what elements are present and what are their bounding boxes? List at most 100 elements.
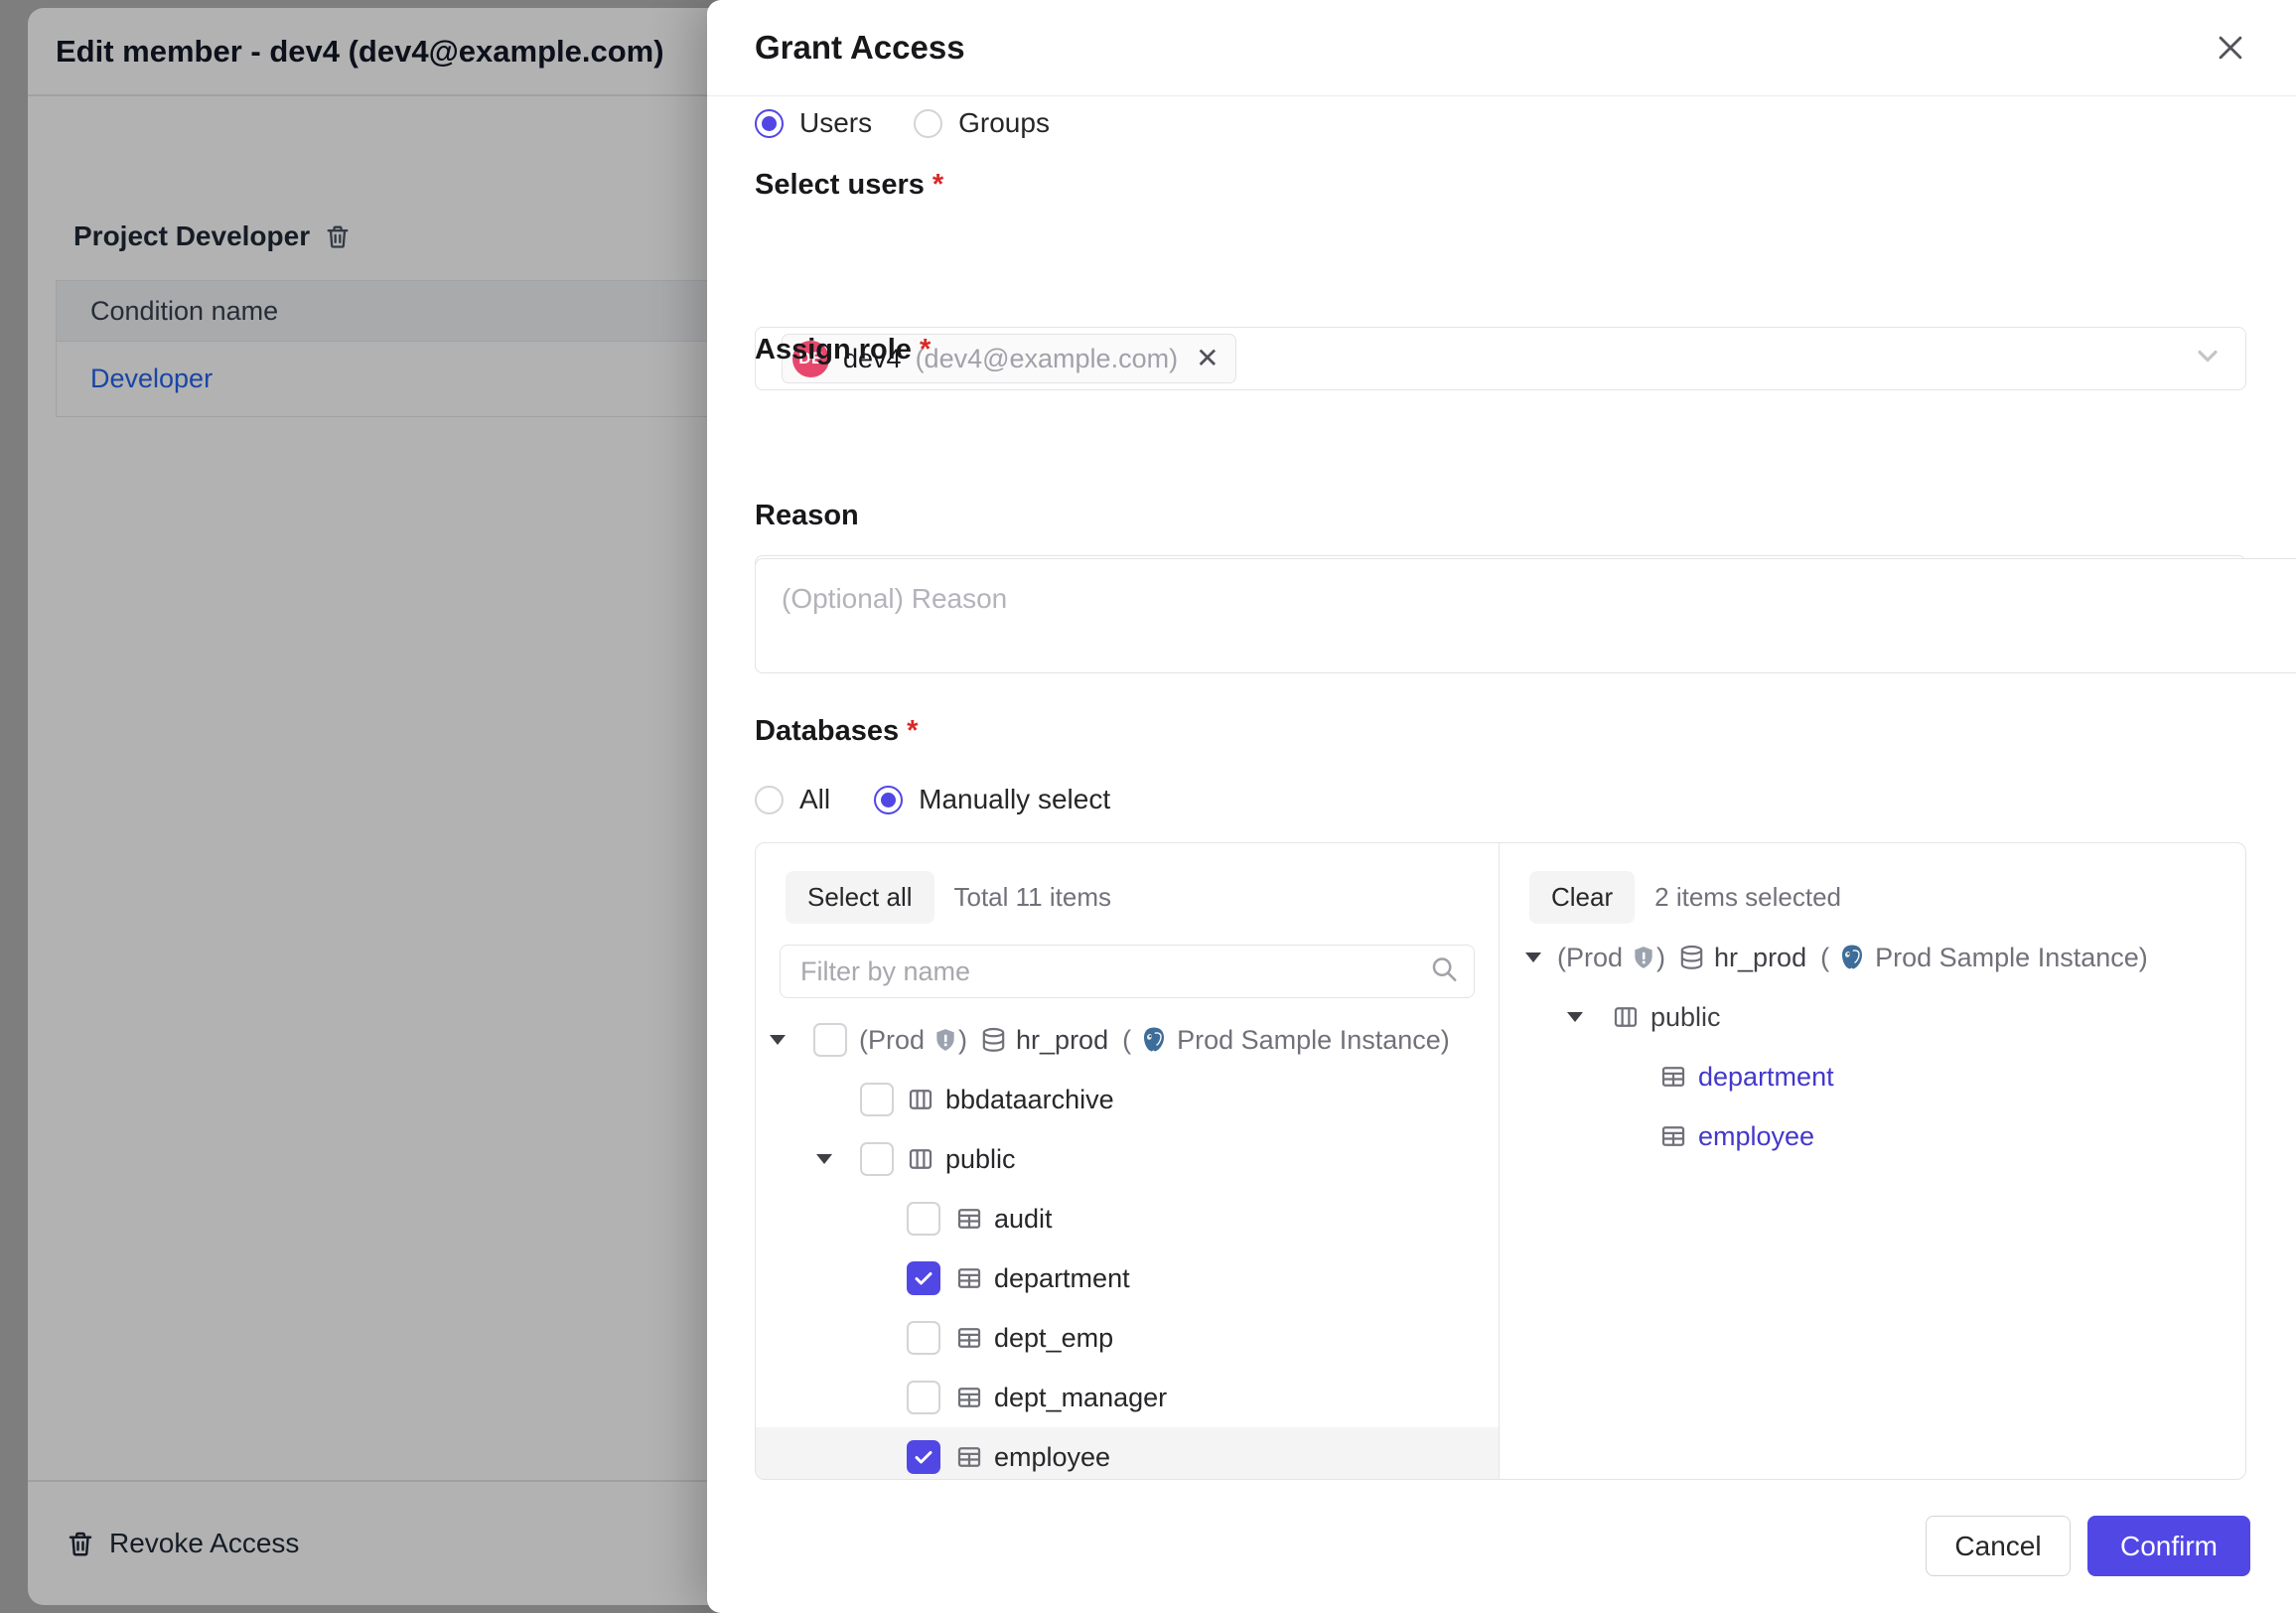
schema-name: public — [945, 1144, 1016, 1175]
env-badge: (Prod — [859, 1025, 925, 1056]
table-name: dept_emp — [994, 1323, 1113, 1354]
modal-header: Grant Access — [707, 0, 2296, 96]
grant-access-modal: Grant Access Users Groups Select users* … — [707, 0, 2296, 1613]
caret-down-icon[interactable] — [1523, 953, 1543, 962]
selected-count-label: 2 items selected — [1654, 882, 1841, 913]
radio-manually-select[interactable]: Manually select — [874, 784, 1110, 815]
table-name: department — [994, 1263, 1130, 1294]
reason-textarea[interactable] — [755, 558, 2296, 673]
required-asterisk: * — [907, 715, 918, 747]
checkbox-department[interactable] — [907, 1261, 940, 1295]
shield-icon — [1631, 944, 1656, 971]
radio-users[interactable]: Users — [755, 107, 872, 139]
checkbox-hr-prod[interactable] — [813, 1023, 847, 1057]
filter-by-name-input[interactable] — [780, 945, 1475, 998]
env-badge: (Prod — [1557, 943, 1623, 973]
checkbox-dept-emp[interactable] — [907, 1321, 940, 1355]
tree-row-schema[interactable]: bbdataarchive — [756, 1070, 1499, 1129]
tree-row-schema[interactable]: public — [1500, 987, 2245, 1047]
checkbox-employee[interactable] — [907, 1440, 940, 1474]
tree-row-table[interactable]: department — [1500, 1047, 2245, 1106]
tree-row-database[interactable]: (Prod ) hr_prod ( Prod Sample Instance) — [1500, 928, 2245, 987]
checkbox-public[interactable] — [860, 1142, 894, 1176]
database-transfer: Select all Total 11 items (Prod — [755, 842, 2246, 1480]
radio-all-circle[interactable] — [755, 786, 784, 814]
table-icon — [954, 1263, 984, 1293]
scope-radio-group: Users Groups — [755, 107, 2246, 139]
instance-name: Prod Sample Instance) — [1177, 1025, 1450, 1056]
close-icon[interactable] — [2209, 26, 2252, 70]
tree-row-table[interactable]: employee — [1500, 1106, 2245, 1166]
clear-button[interactable]: Clear — [1529, 871, 1635, 924]
database-selected-panel: Clear 2 items selected (Prod ) hr_prod — [1500, 843, 2245, 1479]
required-asterisk: * — [920, 334, 931, 366]
table-icon — [954, 1323, 984, 1353]
databases-mode-radio-group: All Manually select — [755, 784, 2246, 815]
table-icon — [954, 1442, 984, 1472]
tree-row-table[interactable]: employee — [756, 1427, 1499, 1479]
tree-row-table[interactable]: dept_manager — [756, 1368, 1499, 1427]
database-icon — [979, 1026, 1008, 1055]
schema-icon — [1611, 1002, 1641, 1032]
databases-label: Databases* — [755, 715, 2246, 748]
table-name: employee — [994, 1442, 1110, 1473]
database-name: hr_prod — [1714, 943, 1806, 973]
radio-all-databases[interactable]: All — [755, 784, 830, 815]
select-all-button[interactable]: Select all — [786, 871, 934, 924]
total-items-label: Total 11 items — [954, 882, 1111, 913]
selected-tree: (Prod ) hr_prod ( Prod Sample Instance) — [1500, 928, 2245, 1166]
schema-name: bbdataarchive — [945, 1085, 1114, 1115]
radio-users-label: Users — [799, 107, 872, 139]
tree-row-database[interactable]: (Prod ) hr_prod ( Prod Sample Instance) — [756, 1010, 1499, 1070]
shield-icon — [933, 1026, 958, 1054]
caret-down-icon[interactable] — [1565, 1012, 1585, 1022]
env-badge-close: ) — [1656, 943, 1665, 973]
tree-row-schema[interactable]: public — [756, 1129, 1499, 1189]
tree-row-table[interactable]: department — [756, 1248, 1499, 1308]
tree-row-table[interactable]: audit — [756, 1189, 1499, 1248]
required-asterisk: * — [933, 169, 943, 201]
table-icon — [954, 1383, 984, 1412]
radio-users-circle[interactable] — [755, 109, 784, 138]
instance-name: Prod Sample Instance) — [1875, 943, 2148, 973]
selected-panel-header: Clear 2 items selected — [1500, 843, 2245, 924]
table-name: dept_manager — [994, 1383, 1167, 1413]
filter-wrap — [780, 945, 1475, 998]
database-source-panel: Select all Total 11 items (Prod — [756, 843, 1500, 1479]
assign-role-label: Assign role* — [755, 334, 2246, 367]
modal-footer: Cancel Confirm — [1926, 1516, 2250, 1576]
cancel-button[interactable]: Cancel — [1926, 1516, 2071, 1576]
reason-label: Reason — [755, 500, 2246, 532]
instance-open: ( — [1122, 1025, 1131, 1056]
postgresql-icon — [1837, 943, 1867, 972]
database-name: hr_prod — [1016, 1025, 1108, 1056]
table-icon — [1658, 1062, 1688, 1092]
database-icon — [1677, 944, 1706, 972]
radio-manual-circle[interactable] — [874, 786, 903, 814]
source-panel-header: Select all Total 11 items — [756, 843, 1499, 924]
caret-down-icon[interactable] — [814, 1154, 834, 1164]
schema-name: public — [1650, 1002, 1721, 1033]
env-badge-close: ) — [958, 1025, 967, 1056]
radio-groups-label: Groups — [958, 107, 1050, 139]
search-icon — [1429, 954, 1459, 989]
radio-groups-circle[interactable] — [914, 109, 942, 138]
table-icon — [1658, 1121, 1688, 1151]
table-icon — [954, 1204, 984, 1234]
select-users-label: Select users* — [755, 169, 2246, 202]
tree-row-table[interactable]: dept_emp — [756, 1308, 1499, 1368]
checkbox-audit[interactable] — [907, 1202, 940, 1236]
schema-icon — [906, 1144, 935, 1174]
modal-title: Grant Access — [755, 29, 2209, 67]
caret-down-icon[interactable] — [768, 1035, 788, 1045]
caret-placeholder — [814, 1095, 834, 1104]
checkbox-bbdataarchive[interactable] — [860, 1083, 894, 1116]
radio-groups[interactable]: Groups — [914, 107, 1050, 139]
checkbox-dept-manager[interactable] — [907, 1381, 940, 1414]
radio-manual-label: Manually select — [919, 784, 1110, 815]
table-name: audit — [994, 1204, 1053, 1235]
schema-icon — [906, 1085, 935, 1114]
selected-table-link[interactable]: employee — [1698, 1121, 1814, 1152]
confirm-button[interactable]: Confirm — [2087, 1516, 2250, 1576]
selected-table-link[interactable]: department — [1698, 1062, 1834, 1093]
